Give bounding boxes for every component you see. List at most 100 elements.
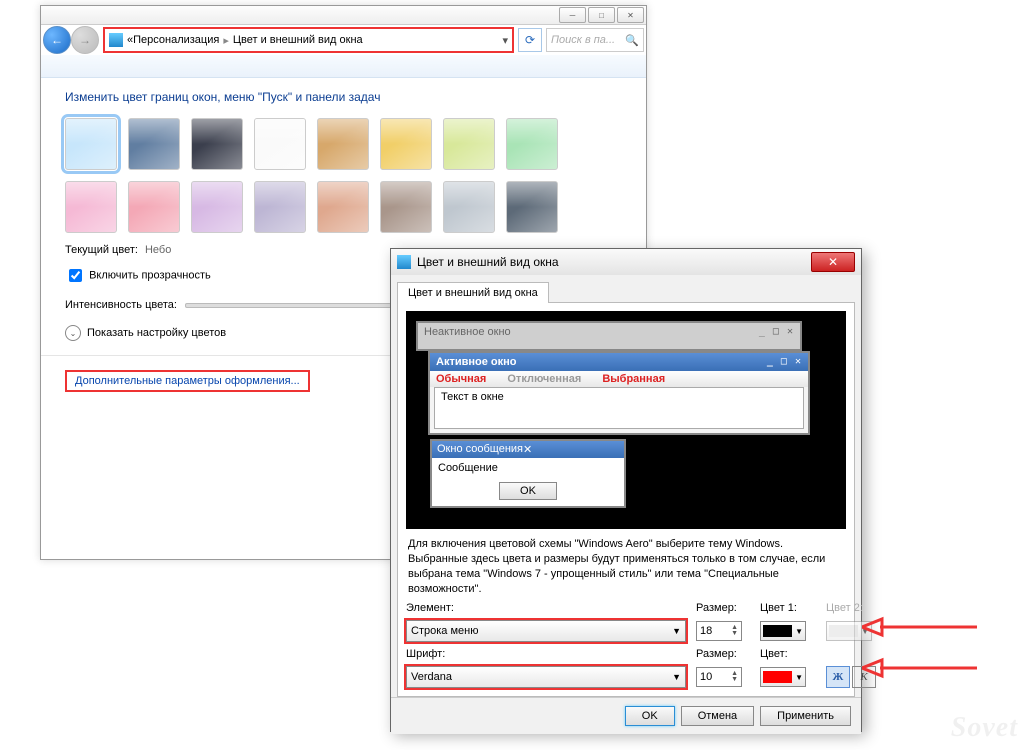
- dialog-close-button[interactable]: ✕: [811, 252, 855, 272]
- font-color-swatch: [763, 671, 792, 683]
- color2-label: Цвет 2:: [826, 602, 882, 614]
- window-buttons-icon: _ □ ✕: [767, 356, 802, 368]
- window-buttons-icon: _ □ ✕: [759, 326, 794, 338]
- control-panel-icon: [109, 33, 123, 47]
- color-swatch[interactable]: [380, 118, 432, 170]
- breadcrumb-dropdown-icon[interactable]: ▾: [502, 34, 508, 47]
- intensity-label: Интенсивность цвета:: [65, 299, 177, 311]
- size-label: Размер:: [696, 602, 750, 614]
- msg-body: Сообщение: [432, 458, 624, 478]
- controls-grid: Элемент: Размер: Цвет 1: Цвет 2: Строка …: [406, 602, 846, 688]
- ok-button[interactable]: OK: [625, 706, 675, 726]
- forward-button[interactable]: →: [71, 26, 99, 54]
- dialog-buttons: OK Отмена Применить: [391, 697, 861, 734]
- element-combo[interactable]: Строка меню ▼: [406, 620, 686, 642]
- color-swatch[interactable]: [317, 181, 369, 233]
- color-swatch[interactable]: [254, 118, 306, 170]
- annotation-arrow-2: [862, 656, 982, 680]
- color1-label: Цвет 1:: [760, 602, 816, 614]
- watermark: Sovet: [951, 712, 1018, 744]
- chevron-down-icon: ▼: [795, 673, 803, 682]
- search-icon[interactable]: 🔍: [625, 34, 639, 47]
- expander-label: Показать настройку цветов: [87, 327, 226, 339]
- preview-message-box[interactable]: Окно сообщения✕ Сообщение OK: [430, 439, 626, 508]
- color-swatch[interactable]: [254, 181, 306, 233]
- page-title: Изменить цвет границ окон, меню "Пуск" и…: [65, 90, 622, 104]
- font-color-picker[interactable]: ▼: [760, 667, 806, 687]
- apply-button[interactable]: Применить: [760, 706, 851, 726]
- back-button[interactable]: ←: [43, 26, 71, 54]
- color1-picker[interactable]: ▼: [760, 621, 806, 641]
- color-swatch[interactable]: [443, 118, 495, 170]
- chevron-down-icon: ⌄: [65, 325, 81, 341]
- dialog-titlebar: Цвет и внешний вид окна ✕: [391, 249, 861, 275]
- menu-normal: Обычная: [436, 373, 486, 385]
- element-value: Строка меню: [411, 625, 478, 637]
- tab-body: Неактивное окно _ □ ✕ Активное окно _ □ ✕ …: [397, 302, 855, 697]
- color1-swatch: [763, 625, 792, 637]
- font-combo[interactable]: Verdana▼: [406, 666, 686, 688]
- color2-swatch: [829, 625, 858, 637]
- color-swatch[interactable]: [443, 181, 495, 233]
- maximize-button[interactable]: □: [588, 7, 615, 23]
- color-swatch[interactable]: [317, 118, 369, 170]
- msg-ok-button[interactable]: OK: [499, 482, 557, 500]
- tab-strip: Цвет и внешний вид окна: [391, 275, 861, 302]
- font-size-label: Размер:: [696, 648, 750, 660]
- transparency-checkbox[interactable]: [69, 269, 82, 282]
- close-icon: ✕: [523, 443, 532, 456]
- dialog-title: Цвет и внешний вид окна: [417, 255, 559, 269]
- chevron-down-icon: ▼: [672, 626, 681, 636]
- chevron-down-icon: ▼: [672, 672, 681, 682]
- element-label: Элемент:: [406, 602, 686, 614]
- color-swatch[interactable]: [128, 181, 180, 233]
- font-size-value: 10: [700, 671, 712, 683]
- breadcrumb-parent[interactable]: Персонализация: [133, 34, 219, 46]
- color-row-2: [65, 181, 622, 233]
- preview-menu-bar[interactable]: Обычная Отключенная Выбранная: [430, 371, 808, 387]
- preview-inactive-window[interactable]: Неактивное окно _ □ ✕: [416, 321, 802, 351]
- preview-active-window[interactable]: Активное окно _ □ ✕ Обычная Отключенная В…: [428, 351, 810, 435]
- close-button[interactable]: ✕: [617, 7, 644, 23]
- advanced-appearance-link[interactable]: Дополнительные параметры оформления...: [65, 370, 310, 392]
- color-swatch[interactable]: [191, 181, 243, 233]
- refresh-button[interactable]: ⟳: [518, 28, 542, 52]
- transparency-label: Включить прозрачность: [89, 269, 211, 281]
- color-row-1: [65, 118, 622, 170]
- annotation-arrow-1: [862, 615, 982, 639]
- color-swatch[interactable]: [506, 118, 558, 170]
- font-label: Шрифт:: [406, 648, 686, 660]
- color-swatch[interactable]: [380, 181, 432, 233]
- search-input[interactable]: Поиск в па... 🔍: [546, 28, 644, 52]
- spin-buttons-icon[interactable]: ▲▼: [731, 671, 738, 683]
- preview-area: Неактивное окно _ □ ✕ Активное окно _ □ ✕ …: [406, 311, 846, 529]
- breadcrumb[interactable]: « Персонализация ▸ Цвет и внешний вид ок…: [103, 27, 514, 53]
- element-size-spin[interactable]: 18 ▲▼: [696, 621, 742, 641]
- search-placeholder: Поиск в па...: [551, 34, 615, 46]
- command-bar: [41, 55, 646, 78]
- color-swatch[interactable]: [65, 181, 117, 233]
- font-size-spin[interactable]: 10 ▲▼: [696, 667, 742, 687]
- titlebar: ─ □ ✕: [41, 6, 646, 25]
- active-title: Активное окно: [436, 356, 517, 368]
- color-swatch[interactable]: [191, 118, 243, 170]
- current-color-label: Текущий цвет:: [65, 244, 138, 256]
- preview-text-area[interactable]: Текст в окне: [434, 387, 804, 429]
- bold-toggle[interactable]: Ж: [826, 666, 850, 688]
- color-swatch[interactable]: [506, 181, 558, 233]
- tab-appearance[interactable]: Цвет и внешний вид окна: [397, 282, 549, 303]
- color-swatch[interactable]: [128, 118, 180, 170]
- msg-title: Окно сообщения: [437, 443, 523, 456]
- dialog-icon: [397, 255, 411, 269]
- inactive-title: Неактивное окно: [424, 326, 511, 338]
- spin-buttons-icon[interactable]: ▲▼: [731, 625, 738, 637]
- cancel-button[interactable]: Отмена: [681, 706, 754, 726]
- breadcrumb-sep: ▸: [223, 34, 229, 47]
- minimize-button[interactable]: ─: [559, 7, 586, 23]
- element-size-value: 18: [700, 625, 712, 637]
- nav-bar: ← → « Персонализация ▸ Цвет и внешний ви…: [41, 25, 646, 55]
- font-color-label: Цвет:: [760, 648, 816, 660]
- current-color-value: Небо: [145, 244, 171, 256]
- color-swatch[interactable]: [65, 118, 117, 170]
- breadcrumb-current: Цвет и внешний вид окна: [233, 34, 363, 46]
